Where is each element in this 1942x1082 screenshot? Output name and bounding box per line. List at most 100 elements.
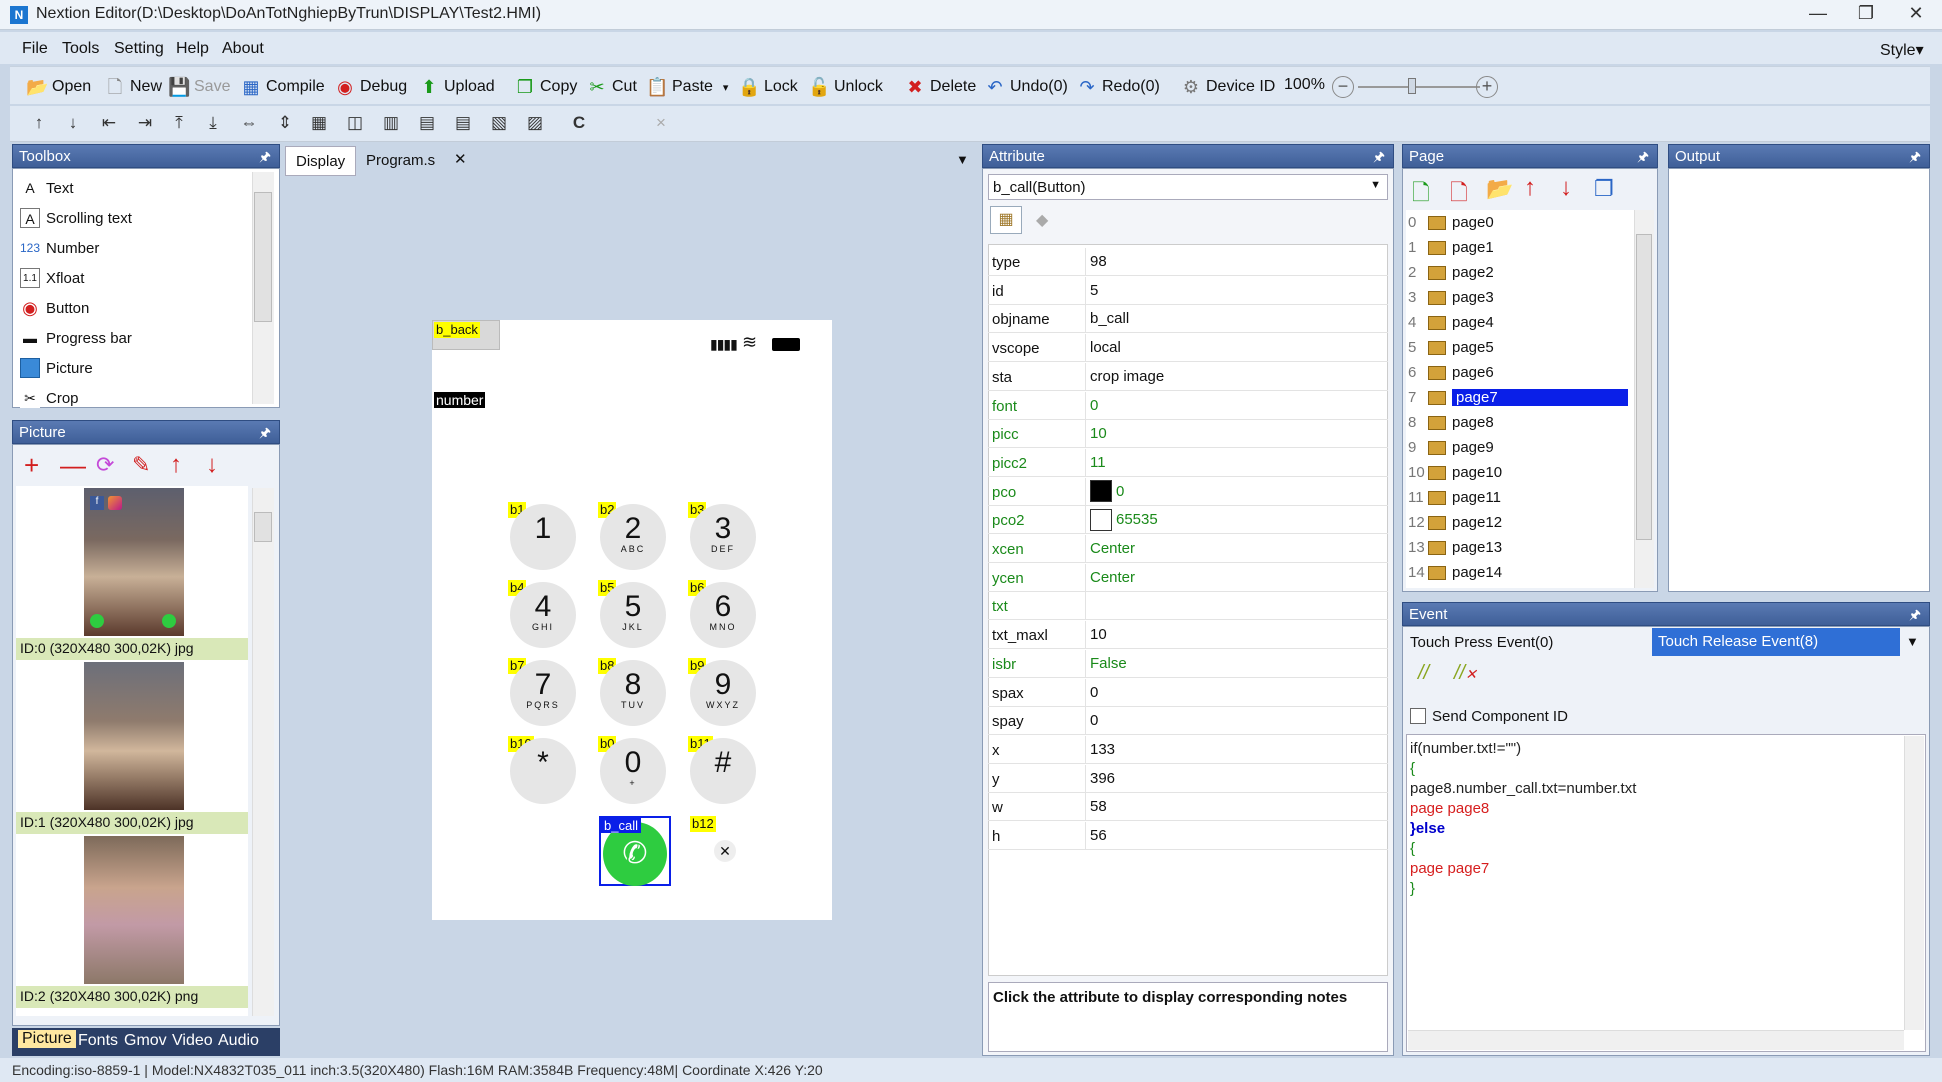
toolbox-item-progress-bar[interactable]: ▬ Progress bar: [20, 328, 132, 348]
upload-button[interactable]: ⬆ Upload: [418, 76, 494, 98]
align-left-icon[interactable]: ⇤: [96, 110, 122, 136]
close-tab-icon[interactable]: ✕: [454, 150, 467, 168]
attribute-value-cell[interactable]: 58: [1086, 793, 1111, 820]
redo-button[interactable]: ↷ Redo(0): [1076, 76, 1159, 98]
key-8[interactable]: 8 TUV: [600, 660, 666, 726]
key-0[interactable]: 0 +: [600, 738, 666, 804]
pin-icon[interactable]: 🖈: [259, 424, 271, 446]
attribute-row-y[interactable]: y 396: [988, 764, 1388, 793]
picture-thumbnail-2[interactable]: [84, 836, 184, 984]
page-item[interactable]: 11 page11: [1408, 489, 1628, 506]
attribute-value-cell[interactable]: 98: [1086, 248, 1111, 275]
key-1[interactable]: 1: [510, 504, 576, 570]
key-3[interactable]: 3 DEF: [690, 504, 756, 570]
code-vscrollbar[interactable]: [1904, 736, 1924, 1030]
paste-button[interactable]: 📋 Paste ▾: [646, 76, 728, 98]
add-page-icon[interactable]: 🗋: [1412, 176, 1430, 214]
page-item[interactable]: 0 page0: [1408, 214, 1628, 231]
attribute-value-cell[interactable]: 10: [1086, 420, 1111, 447]
attribute-row-id[interactable]: id 5: [988, 276, 1388, 305]
copy-style-icon[interactable]: C: [566, 110, 592, 136]
align-right-icon[interactable]: ⇥: [132, 110, 158, 136]
menu-about[interactable]: About: [222, 40, 264, 58]
toolbox-item-button[interactable]: ◉ Button: [20, 298, 89, 318]
page-item[interactable]: 7 page7: [1408, 389, 1628, 406]
delete-page-icon[interactable]: 🗋: [1450, 176, 1468, 214]
chevron-down-icon[interactable]: ▼: [956, 152, 969, 167]
tab-touch-press[interactable]: Touch Press Event(0): [1404, 630, 1652, 656]
tab-gmov[interactable]: Gmov: [124, 1032, 167, 1050]
key-2[interactable]: 2 ABC: [600, 504, 666, 570]
key-9[interactable]: 9 WXYZ: [690, 660, 756, 726]
attribute-value-cell[interactable]: False: [1086, 650, 1131, 677]
toolbox-item-crop[interactable]: ✂ Crop: [20, 388, 79, 408]
page-item[interactable]: 5 page5: [1408, 339, 1628, 356]
pin-icon[interactable]: 🖈: [1909, 148, 1921, 170]
picture-thumbnail-1[interactable]: [84, 662, 184, 810]
toolbox-item-number[interactable]: 123 Number: [20, 238, 99, 258]
key-7[interactable]: 7 PQRS: [510, 660, 576, 726]
attribute-value-cell[interactable]: [1086, 592, 1094, 619]
same-height-icon[interactable]: ▤: [450, 110, 476, 136]
attribute-row-txt[interactable]: txt: [988, 592, 1388, 621]
categorized-view-icon[interactable]: ▦: [990, 206, 1022, 234]
key-6[interactable]: 6 MNO: [690, 582, 756, 648]
align-bottom-icon[interactable]: ⤓: [200, 110, 226, 136]
compile-button[interactable]: ▦ Compile: [240, 76, 324, 98]
close-icon[interactable]: ✕: [1896, 2, 1936, 26]
page-item[interactable]: 4 page4: [1408, 314, 1628, 331]
attribute-row-spax[interactable]: spax 0: [988, 678, 1388, 707]
comment-icon[interactable]: //: [1418, 662, 1429, 685]
tab-audio[interactable]: Audio: [218, 1032, 259, 1050]
unlock-button[interactable]: 🔓 Unlock: [808, 76, 883, 98]
attribute-value-cell[interactable]: 396: [1086, 765, 1119, 792]
pin-icon[interactable]: 🖈: [1637, 148, 1649, 170]
insert-page-icon[interactable]: 📂: [1486, 176, 1513, 202]
page-item[interactable]: 2 page2: [1408, 264, 1628, 281]
send-component-id-checkbox[interactable]: [1410, 708, 1426, 724]
uncomment-icon[interactable]: //✕: [1454, 662, 1477, 685]
attribute-row-objname[interactable]: objname b_call: [988, 305, 1388, 334]
replace-picture-icon[interactable]: ⟳: [96, 452, 114, 478]
attribute-value-cell[interactable]: Center: [1086, 564, 1139, 591]
pin-icon[interactable]: 🖈: [1373, 148, 1385, 170]
restore-icon[interactable]: ❐: [1846, 2, 1886, 26]
pin-icon[interactable]: 🖈: [259, 148, 271, 170]
attribute-value-cell[interactable]: 0: [1086, 478, 1128, 505]
page-item[interactable]: 10 page10: [1408, 464, 1628, 481]
tab-fonts[interactable]: Fonts: [78, 1032, 118, 1050]
attribute-value-cell[interactable]: 5: [1086, 277, 1102, 304]
clear-icon[interactable]: ×: [648, 110, 674, 136]
remove-picture-icon[interactable]: —: [60, 452, 86, 478]
copy-page-icon[interactable]: ❐: [1594, 176, 1614, 202]
same-width-icon[interactable]: ◫: [342, 110, 368, 136]
toolbox-item-text[interactable]: A Text: [20, 178, 74, 198]
move-up-icon[interactable]: ↑: [1524, 174, 1536, 202]
attribute-row-txt_maxl[interactable]: txt_maxl 10: [988, 621, 1388, 650]
attribute-row-pco2[interactable]: pco2 65535: [988, 506, 1388, 535]
attribute-value-cell[interactable]: b_call: [1086, 305, 1133, 332]
center-horizontal-icon[interactable]: ⇔: [236, 110, 262, 136]
toolbox-item-xfloat[interactable]: 1.1 Xfloat: [20, 268, 84, 288]
attribute-value-cell[interactable]: 0: [1086, 679, 1102, 706]
color-swatch[interactable]: [1090, 508, 1112, 531]
attribute-row-type[interactable]: type 98: [988, 248, 1388, 276]
new-button[interactable]: 🗋 New: [104, 76, 162, 98]
zoom-slider-thumb[interactable]: [1408, 78, 1416, 94]
toolbox-scrollbar-thumb[interactable]: [254, 192, 272, 322]
toolbox-item-picture[interactable]: Picture: [20, 358, 93, 378]
page-item[interactable]: 6 page6: [1408, 364, 1628, 381]
backspace-icon[interactable]: ✕: [714, 840, 736, 862]
cut-button[interactable]: ✂ Cut: [586, 76, 636, 98]
code-hscrollbar[interactable]: [1408, 1030, 1904, 1050]
key-5[interactable]: 5 JKL: [600, 582, 666, 648]
grid-icon[interactable]: ▦: [306, 110, 332, 136]
attribute-row-w[interactable]: w 58: [988, 793, 1388, 822]
page-item[interactable]: 12 page12: [1408, 514, 1628, 531]
move-down-icon[interactable]: ↓: [60, 110, 86, 136]
menu-setting[interactable]: Setting: [114, 40, 164, 58]
attribute-row-picc2[interactable]: picc2 11: [988, 448, 1388, 477]
attribute-value-cell[interactable]: crop image: [1086, 363, 1168, 390]
page-item[interactable]: 3 page3: [1408, 289, 1628, 306]
zoom-slider[interactable]: [1358, 86, 1480, 88]
